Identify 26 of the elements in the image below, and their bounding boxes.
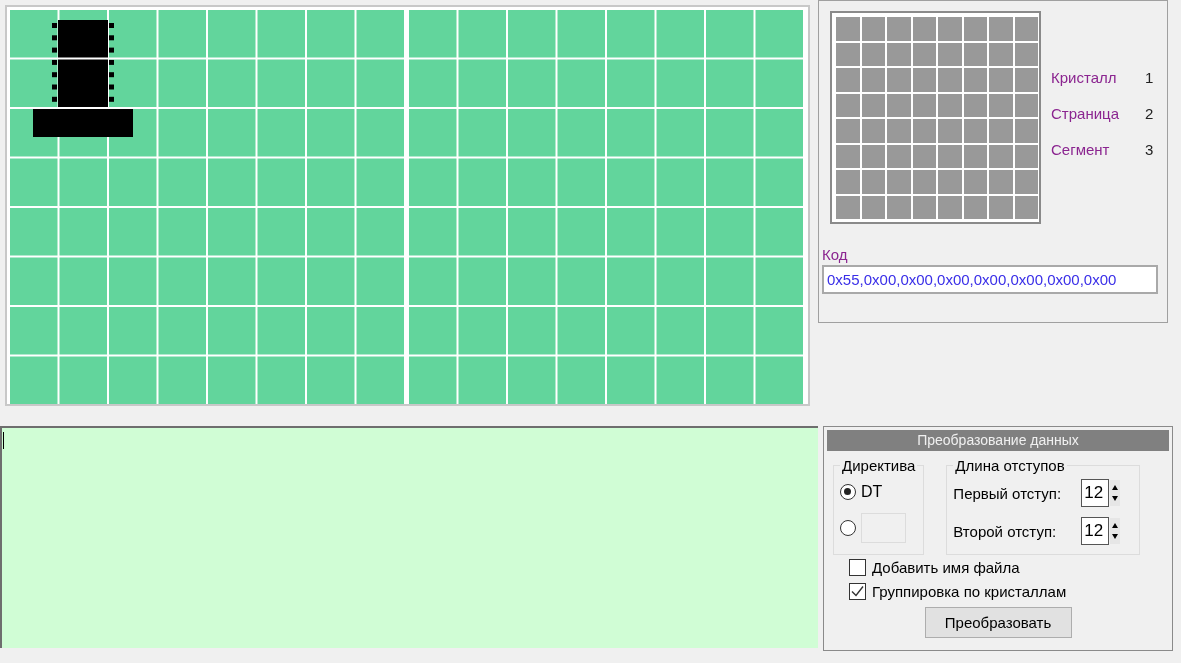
radio-button[interactable] bbox=[840, 484, 856, 500]
info-value: 2 bbox=[1145, 105, 1154, 122]
number-field[interactable]: 12 bbox=[1081, 479, 1110, 507]
info-value: 3 bbox=[1145, 141, 1154, 158]
info-label: Кристалл bbox=[1051, 69, 1118, 86]
code-label: Код bbox=[822, 246, 849, 263]
checkbox-label: Добавить имя файла bbox=[872, 558, 1020, 576]
group-title: Директива bbox=[841, 457, 917, 474]
spinner-arrows-icon[interactable] bbox=[1110, 518, 1121, 544]
checkbox[interactable] bbox=[849, 582, 866, 600]
checkbox-label: Группировка по кристаллам bbox=[872, 582, 1067, 600]
radio-label: DT bbox=[861, 483, 883, 501]
group-title: Длина отступов bbox=[954, 457, 1066, 474]
indent-label: Первый отступ: bbox=[953, 484, 1063, 502]
info-label: Сегмент bbox=[1051, 141, 1111, 158]
radio-button[interactable] bbox=[840, 520, 856, 536]
indent-label: Второй отступ: bbox=[953, 522, 1058, 540]
number-field[interactable]: 12 bbox=[1081, 517, 1110, 545]
text-cursor bbox=[3, 432, 4, 449]
code-field[interactable]: 0x55,0x00,0x00,0x00,0x00,0x00,0x00,0x00 bbox=[822, 265, 1158, 294]
spinner-arrows-icon[interactable] bbox=[1110, 480, 1121, 506]
info-value: 1 bbox=[1145, 69, 1154, 86]
checkbox[interactable] bbox=[849, 558, 866, 576]
convert-button[interactable]: Преобразовать bbox=[924, 607, 1072, 638]
info-label: Страница bbox=[1051, 105, 1120, 122]
panel-header: Преобразование данных bbox=[827, 430, 1169, 451]
